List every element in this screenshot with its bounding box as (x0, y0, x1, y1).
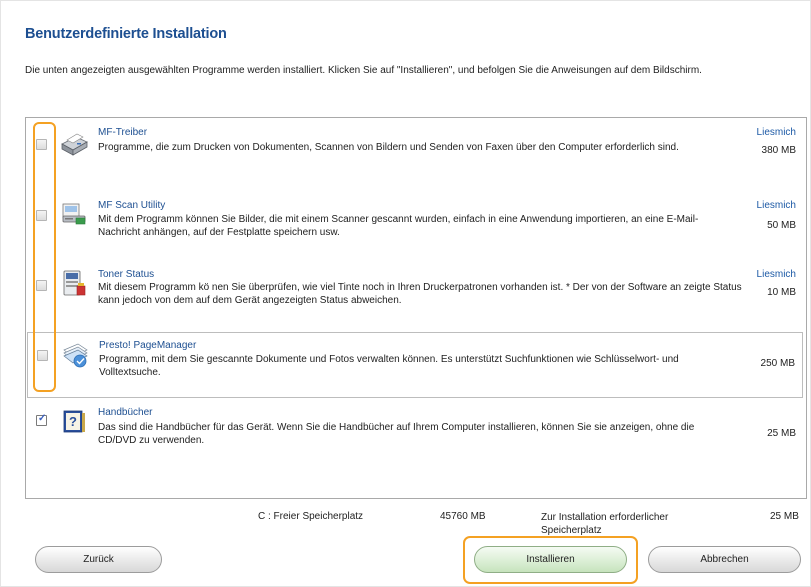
readme-link[interactable]: Liesmich (757, 200, 796, 211)
program-description: Mit dem Programm können Sie Bilder, die … (98, 214, 699, 238)
list-item: MF Scan Utility Mit dem Programm können … (26, 190, 804, 258)
program-name[interactable]: Toner Status (98, 269, 154, 280)
toner-status-icon (63, 270, 86, 296)
list-item: Presto! PageManager Programm, mit dem Si… (27, 332, 803, 398)
manual-book-icon: ? (63, 410, 85, 433)
program-description: Programm, mit dem Sie gescannte Dokument… (99, 354, 679, 378)
program-list: MF-Treiber Programme, die zum Drucken vo… (25, 117, 807, 499)
program-description: Programme, die zum Drucken von Dokumente… (98, 142, 679, 153)
program-size: 250 MB (760, 358, 795, 369)
program-description: Mit diesem Programm kö nen Sie überprüfe… (98, 282, 742, 306)
list-item: MF-Treiber Programme, die zum Drucken vo… (26, 118, 804, 188)
required-space-value: 25 MB (770, 511, 799, 522)
pagemanager-icon (63, 343, 88, 368)
program-size: 380 MB (761, 145, 796, 156)
free-space-label: C : Freier Speicherplatz (258, 511, 364, 522)
program-name[interactable]: MF Scan Utility (98, 200, 165, 211)
program-size: 25 MB (767, 428, 796, 439)
printer-icon (61, 133, 88, 156)
scanner-icon (62, 203, 86, 225)
page-title: Benutzerdefinierte Installation (25, 26, 227, 42)
checkbox-highlight-frame (33, 122, 56, 392)
required-space-label: Zur Installation erforderlicher Speicher… (541, 512, 669, 536)
list-item: ? Handbücher Das sind die Handbücher für… (26, 402, 804, 466)
program-size: 50 MB (767, 220, 796, 231)
program-description: Das sind die Handbücher für das Gerät. W… (98, 422, 695, 446)
free-space-value: 45760 MB (440, 511, 486, 522)
program-name[interactable]: MF-Treiber (98, 127, 147, 138)
program-name[interactable]: Handbücher (98, 407, 152, 418)
install-button[interactable]: Installieren (474, 546, 627, 573)
program-size: 10 MB (767, 287, 796, 298)
back-button[interactable]: Zurück (35, 546, 162, 573)
cancel-button[interactable]: Abbrechen (648, 546, 801, 573)
readme-link[interactable]: Liesmich (757, 127, 796, 138)
svg-text:?: ? (69, 414, 77, 429)
list-item: Toner Status Mit diesem Programm kö nen … (26, 260, 804, 330)
intro-text: Die unten angezeigten ausgewählten Progr… (25, 65, 702, 76)
readme-link[interactable]: Liesmich (757, 269, 796, 280)
program-checkbox[interactable] (36, 413, 47, 426)
program-name[interactable]: Presto! PageManager (99, 340, 196, 351)
